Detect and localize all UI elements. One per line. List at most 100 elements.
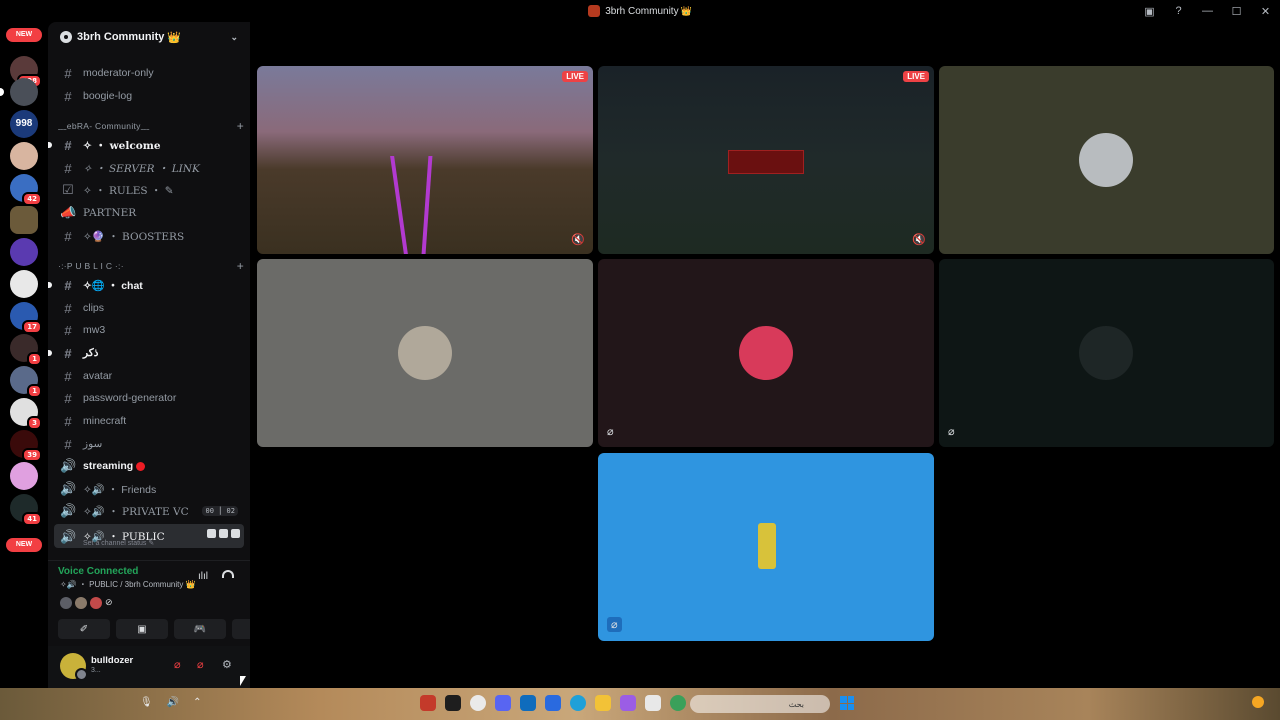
server-icon[interactable]: 1	[10, 334, 42, 366]
channel-clips[interactable]: # clips	[54, 298, 244, 318]
channel-moderator-only[interactable]: # moderator-only	[54, 63, 244, 83]
game-dialog	[728, 150, 804, 174]
category-community[interactable]: ﹏ebRA- Community﹏ +	[58, 118, 244, 134]
maximize-icon[interactable]: ☐	[1222, 5, 1251, 18]
edge-icon[interactable]	[570, 695, 586, 711]
voice-channel-friends[interactable]: 🔊 ✧🔊 ・ Friends	[54, 479, 244, 499]
server-icon[interactable]: 41	[10, 494, 42, 526]
channel-welcome[interactable]: # ✧ ・ welcome	[48, 135, 244, 155]
channel-soz[interactable]: # سوز	[54, 434, 244, 454]
username[interactable]: bulldozer	[91, 655, 133, 666]
participant-tile[interactable]: ⌀	[598, 259, 934, 447]
server-icon[interactable]: 39	[10, 430, 42, 462]
add-channel-icon[interactable]: +	[237, 259, 244, 273]
channel-status[interactable]: Set a channel status ✎	[83, 539, 154, 547]
category-public[interactable]: ·:·P U B L I C ·:· +	[58, 258, 244, 274]
discord-icon[interactable]	[495, 695, 511, 711]
server-icon[interactable]: 998	[10, 110, 38, 138]
volume-icon[interactable]: 🔊	[167, 697, 179, 708]
gear-icon[interactable]: ⚙	[222, 658, 232, 671]
voice-connected-channel[interactable]: ✧🔊 ・ PUBLIC / 3brh Community 👑	[60, 579, 196, 590]
headphones-deafened-icon[interactable]: ⌀	[197, 658, 204, 671]
store-icon[interactable]	[545, 695, 561, 711]
channel-server-link[interactable]: # ✧ ・ SERVER ・ LINK	[54, 158, 244, 178]
chat-icon[interactable]	[207, 529, 216, 538]
avatar[interactable]	[60, 653, 88, 681]
minimize-icon[interactable]: —	[1193, 5, 1222, 17]
stream-tile-rocket-league[interactable]: LIVE 🔇	[257, 66, 593, 254]
server-icon[interactable]	[10, 270, 38, 298]
outlook-icon[interactable]	[520, 695, 536, 711]
chevron-down-icon[interactable]: ⌄	[230, 32, 238, 43]
inbox-icon[interactable]: ▣	[1135, 5, 1164, 18]
server-icon[interactable]: 3	[10, 398, 42, 430]
participant-tile[interactable]: ⌀	[939, 259, 1274, 447]
muted-stream-icon[interactable]: 🔇	[912, 233, 926, 246]
speaker-icon: 🔊	[60, 458, 77, 473]
server-icon[interactable]	[10, 142, 38, 170]
channel-minecraft[interactable]: # minecraft	[54, 411, 244, 431]
avatar	[739, 326, 793, 380]
noise-suppression-icon[interactable]: ılıl	[198, 571, 208, 582]
app-icon[interactable]	[620, 695, 636, 711]
channel-label: ✧🔊 ・ Friends	[83, 483, 157, 496]
server-icon[interactable]	[10, 238, 38, 266]
new-badge: NEW	[6, 538, 42, 552]
avatar	[1079, 133, 1133, 187]
channel-mw3[interactable]: # mw3	[54, 320, 244, 340]
channel-boosters[interactable]: # ✧🔮 ・ BOOSTERS	[54, 226, 244, 246]
screen-share-button[interactable]: ▣	[116, 619, 168, 639]
channel-label: PARTNER	[83, 207, 137, 219]
avatar	[758, 523, 776, 569]
hash-icon: #	[64, 160, 72, 176]
server-icon[interactable]: 17	[10, 302, 42, 334]
channel-chat[interactable]: # ✧🌐 ・ chat	[48, 275, 244, 295]
mic-icon[interactable]: 🎙	[140, 697, 153, 708]
camera-off-button[interactable]: ✐	[58, 619, 110, 639]
server-icon[interactable]: 42	[10, 174, 42, 206]
participant-tile[interactable]	[257, 259, 593, 447]
voice-channel-streaming[interactable]: 🔊 streaming	[54, 456, 244, 476]
participant-tile[interactable]: ⌀	[598, 453, 934, 641]
mic-muted-icon[interactable]: ⌀	[174, 658, 181, 671]
server-icon[interactable]	[10, 206, 38, 234]
channel-password-generator[interactable]: # password-generator	[54, 388, 244, 408]
voice-connected-title[interactable]: Voice Connected	[58, 566, 138, 577]
avatar	[75, 597, 87, 609]
gear-icon[interactable]	[231, 529, 240, 538]
voice-channel-private-vc[interactable]: 🔊 ✧🔊 ・ PRIVATE VC 00 ⎮ 02	[54, 501, 244, 521]
close-icon[interactable]: ✕	[1251, 5, 1280, 18]
activity-button[interactable]: 🎮	[174, 619, 226, 639]
file-explorer-icon[interactable]	[595, 695, 611, 711]
channel-rules[interactable]: ☑ ✧ ・ RULES ・ ✎	[54, 180, 244, 200]
server-icon[interactable]	[10, 462, 38, 490]
invite-icon[interactable]	[219, 529, 228, 538]
taskbar-search[interactable]: بحث	[690, 695, 830, 713]
channel-avatar[interactable]: # avatar	[54, 366, 244, 386]
guild-header[interactable]: 3brh Community 👑 ⌄	[48, 22, 250, 52]
participant-tile[interactable]	[939, 66, 1274, 254]
help-icon[interactable]: ?	[1164, 5, 1193, 17]
chevron-up-icon[interactable]: ⌃	[193, 697, 201, 708]
app-icon[interactable]	[445, 695, 461, 711]
app-icon[interactable]	[670, 695, 686, 711]
add-channel-icon[interactable]: +	[237, 119, 244, 133]
mention-badge: 3	[27, 416, 42, 430]
camera-off-icon: ⊘	[105, 597, 113, 607]
channel-thikr[interactable]: # ذكر	[48, 343, 244, 363]
channel-partner[interactable]: 📣 PARTNER	[54, 203, 244, 223]
muted-stream-icon[interactable]: 🔇	[571, 233, 585, 246]
voice-channel-public[interactable]: 🔊 ✧🔊 ・ PUBLIC Set a channel status ✎	[54, 524, 244, 548]
channel-boogie-log[interactable]: # boogie-log	[54, 86, 244, 106]
chrome-icon[interactable]	[470, 695, 486, 711]
server-icon[interactable]: 1	[10, 366, 42, 398]
stream-tile-game[interactable]: LIVE 🔇	[598, 66, 934, 254]
hash-icon: #	[64, 390, 72, 406]
hash-icon: #	[64, 413, 72, 429]
app-icon[interactable]	[420, 695, 436, 711]
windows-start-icon[interactable]	[840, 696, 854, 710]
app-icon[interactable]	[645, 695, 661, 711]
weather-icon[interactable]	[1252, 696, 1264, 708]
server-icon[interactable]	[0, 78, 38, 106]
disconnect-icon[interactable]	[222, 570, 234, 578]
